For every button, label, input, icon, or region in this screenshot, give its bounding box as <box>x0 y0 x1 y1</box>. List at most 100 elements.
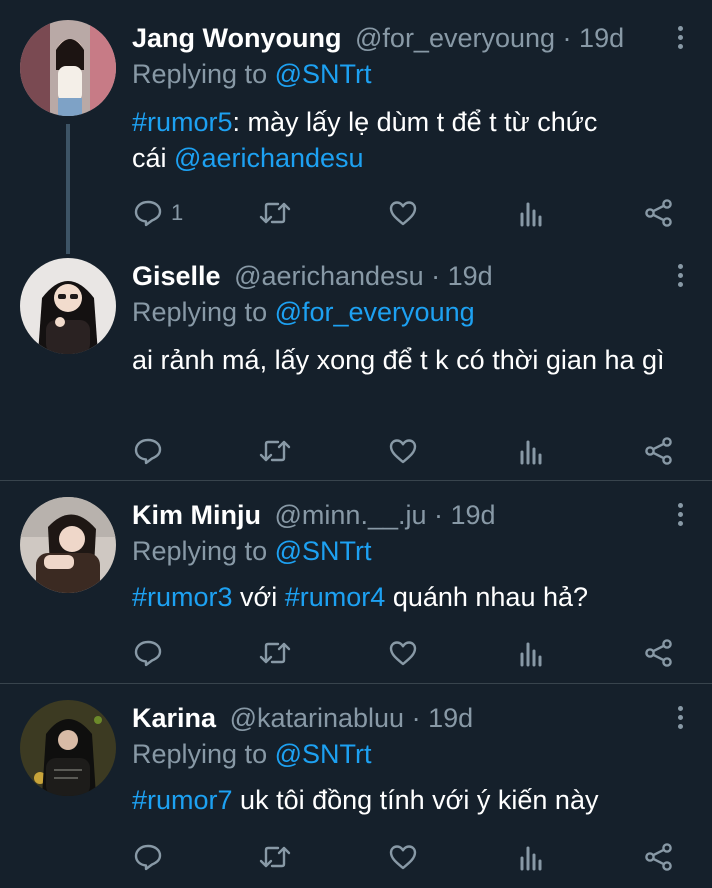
like-button[interactable] <box>388 198 418 228</box>
reply-icon <box>134 844 162 871</box>
tweet-actions <box>0 842 712 872</box>
avatar[interactable] <box>20 20 116 116</box>
tweet-header: Kim Minju @minn.__.ju · 19d <box>132 499 652 531</box>
share-button[interactable] <box>644 436 674 466</box>
text-segment: với <box>232 582 285 612</box>
timestamp[interactable]: 19d <box>448 261 493 291</box>
reply-icon <box>134 200 162 227</box>
dot-separator: · <box>404 703 429 733</box>
analytics-icon <box>520 202 542 227</box>
text-segment: : mày lấy lẹ dùm t để t từ chức <box>232 107 598 137</box>
retweet-icon <box>259 642 291 664</box>
analytics-button[interactable] <box>518 638 544 668</box>
text-segment: uk tôi đồng tính với ý kiến này <box>232 785 599 815</box>
share-icon <box>645 843 672 871</box>
reply-tweet-1[interactable]: Jang Wonyoung @for_everyoung · 19d Reply… <box>0 0 712 254</box>
thread-connector <box>66 124 70 254</box>
replying-to: Replying to @SNTrt <box>132 738 372 770</box>
timestamp[interactable]: 19d <box>451 500 496 530</box>
text-segment: cái <box>132 143 175 173</box>
replying-to: Replying to @SNTrt <box>132 535 372 567</box>
retweet-icon <box>259 846 291 868</box>
reply-tweet-4[interactable]: Karina @katarinabluu · 19d Replying to @… <box>0 684 712 888</box>
share-icon <box>645 639 672 667</box>
analytics-button[interactable] <box>518 436 544 466</box>
avatar[interactable] <box>20 497 116 593</box>
replying-label: Replying to <box>132 59 275 89</box>
reply-icon <box>134 438 162 465</box>
hashtag-link[interactable]: #rumor7 <box>132 785 233 815</box>
replying-label: Replying to <box>132 297 275 327</box>
tweet-text: #rumor3 với #rumor4 quánh nhau hả? <box>132 579 690 615</box>
reply-count: 1 <box>171 200 184 225</box>
analytics-button[interactable] <box>518 842 544 872</box>
display-name[interactable]: Karina <box>132 703 216 733</box>
like-icon <box>389 845 417 870</box>
timestamp[interactable]: 19d <box>428 703 473 733</box>
tweet-header: Karina @katarinabluu · 19d <box>132 702 652 734</box>
replying-label: Replying to <box>132 739 275 769</box>
reply-button[interactable]: 1 <box>133 198 183 228</box>
hashtag-link[interactable]: #rumor5 <box>132 107 233 137</box>
analytics-icon <box>520 440 542 465</box>
replying-to: Replying to @for_everyoung <box>132 296 475 328</box>
retweet-button[interactable] <box>258 638 292 668</box>
timestamp[interactable]: 19d <box>579 23 624 53</box>
tweet-actions: 1 <box>0 198 712 228</box>
replying-to-link[interactable]: @SNTrt <box>275 59 372 89</box>
hashtag-link[interactable]: #rumor3 <box>132 582 233 612</box>
reply-icon <box>134 640 162 667</box>
retweet-button[interactable] <box>258 436 292 466</box>
display-name[interactable]: Kim Minju <box>132 500 261 530</box>
reply-tweet-2[interactable]: Giselle @aerichandesu · 19d Replying to … <box>0 250 712 480</box>
more-icon[interactable] <box>674 706 686 732</box>
analytics-icon <box>520 642 542 667</box>
like-icon <box>389 201 417 226</box>
tweet-header: Giselle @aerichandesu · 19d <box>132 260 652 292</box>
retweet-icon <box>259 202 291 224</box>
like-button[interactable] <box>388 436 418 466</box>
like-button[interactable] <box>388 638 418 668</box>
tweet-text: #rumor5: mày lấy lẹ dùm t để t từ chức c… <box>132 104 690 176</box>
display-name[interactable]: Jang Wonyoung <box>132 23 342 53</box>
share-button[interactable] <box>644 842 674 872</box>
analytics-button[interactable] <box>518 198 544 228</box>
avatar[interactable] <box>20 700 116 796</box>
reply-button[interactable] <box>133 842 163 872</box>
reply-button[interactable] <box>133 638 163 668</box>
replying-to-link[interactable]: @SNTrt <box>275 536 372 566</box>
like-button[interactable] <box>388 842 418 872</box>
hashtag-link[interactable]: #rumor4 <box>285 582 386 612</box>
username[interactable]: @for_everyoung <box>355 23 555 53</box>
replying-to-link[interactable]: @for_everyoung <box>275 297 475 327</box>
username[interactable]: @minn.__.ju <box>275 500 427 530</box>
more-icon[interactable] <box>674 26 686 52</box>
retweet-button[interactable] <box>258 842 292 872</box>
reply-tweet-3[interactable]: Kim Minju @minn.__.ju · 19d Replying to … <box>0 481 712 683</box>
share-icon <box>645 199 672 227</box>
like-icon <box>389 439 417 464</box>
tweet-text: #rumor7 uk tôi đồng tính với ý kiến này <box>132 782 690 818</box>
dot-separator: · <box>423 261 448 291</box>
username[interactable]: @aerichandesu <box>234 261 424 291</box>
more-icon[interactable] <box>674 264 686 290</box>
replying-label: Replying to <box>132 536 275 566</box>
replying-to-link[interactable]: @SNTrt <box>275 739 372 769</box>
mention-link[interactable]: @aerichandesu <box>174 143 364 173</box>
avatar[interactable] <box>20 258 116 354</box>
tweet-actions <box>0 436 712 466</box>
share-icon <box>645 437 672 465</box>
username[interactable]: @katarinabluu <box>230 703 405 733</box>
tweet-text: ai rảnh má, lấy xong để t k có thời gian… <box>132 345 665 375</box>
retweet-icon <box>259 440 291 462</box>
share-button[interactable] <box>644 198 674 228</box>
retweet-button[interactable] <box>258 198 292 228</box>
text-segment: quánh nhau hả? <box>385 582 589 612</box>
analytics-icon <box>520 846 542 871</box>
reply-button[interactable] <box>133 436 163 466</box>
display-name[interactable]: Giselle <box>132 261 221 291</box>
dot-separator: · <box>555 23 580 53</box>
more-icon[interactable] <box>674 503 686 529</box>
tweet-header: Jang Wonyoung @for_everyoung · 19d <box>132 22 652 54</box>
share-button[interactable] <box>644 638 674 668</box>
